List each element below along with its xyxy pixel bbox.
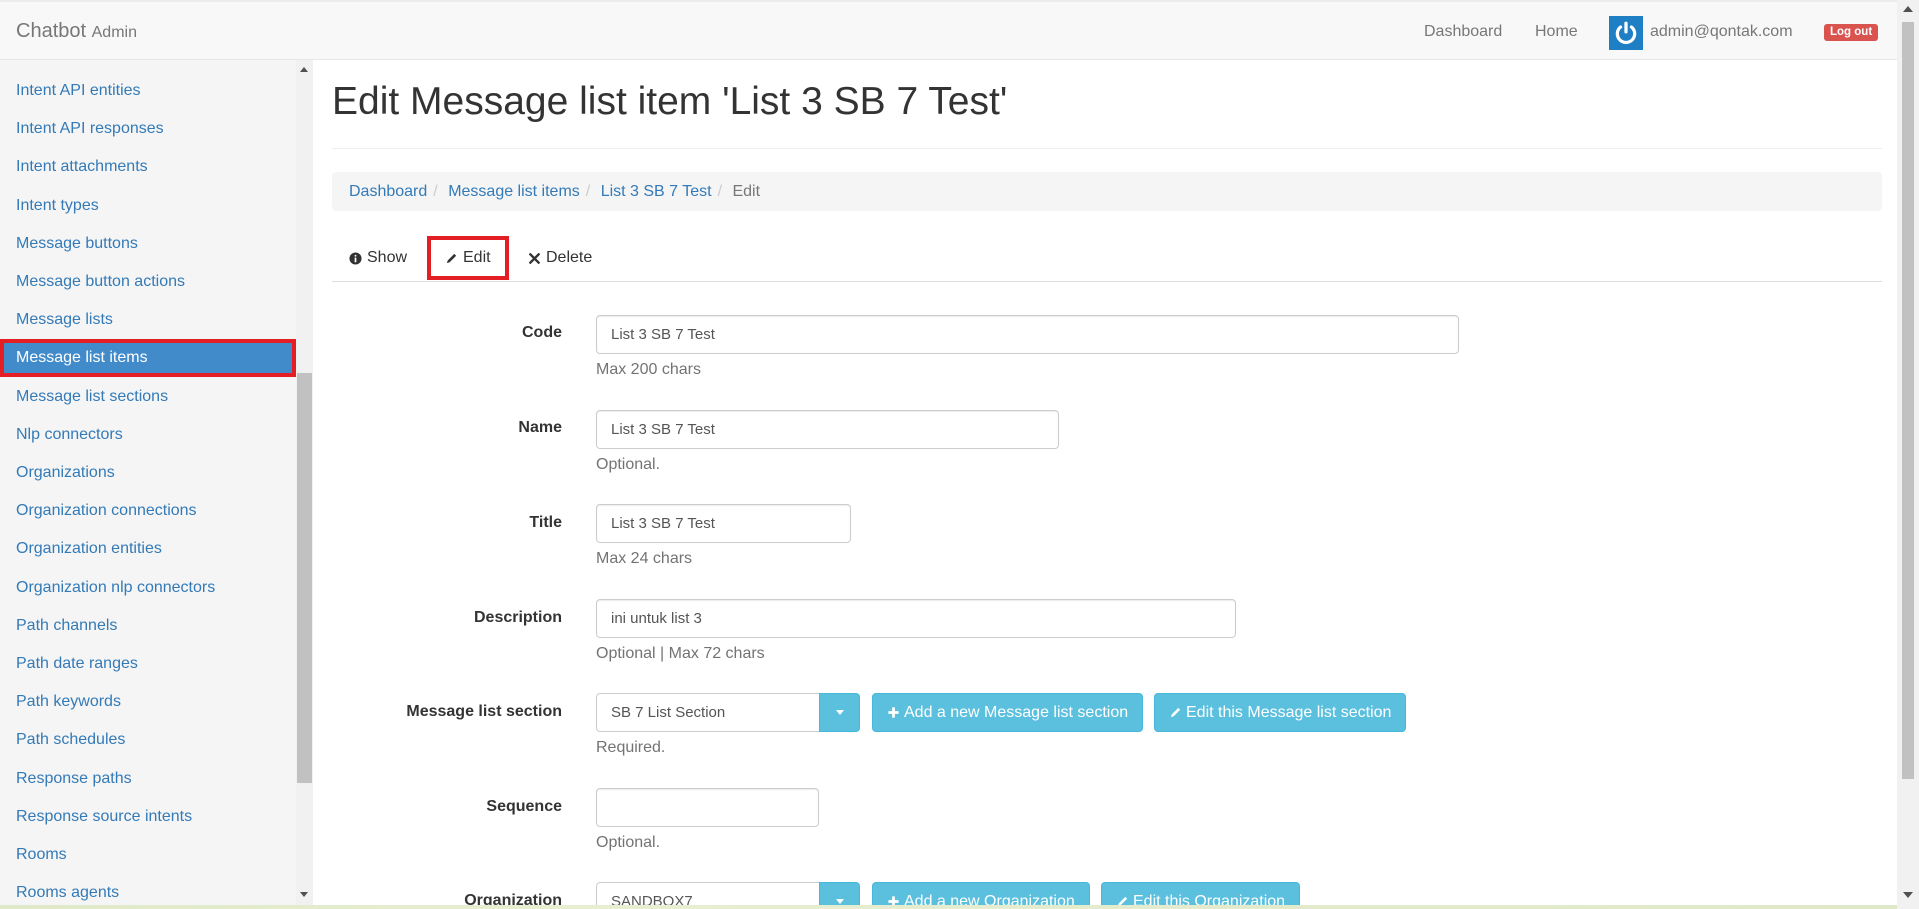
- sidebar-item-path-date-ranges[interactable]: Path date ranges: [0, 645, 296, 683]
- breadcrumb-current: Edit: [732, 183, 761, 200]
- sidebar-item-organizations[interactable]: Organizations: [0, 454, 296, 492]
- sequence-label: Sequence: [486, 798, 562, 815]
- breadcrumb-record[interactable]: List 3 SB 7 Test: [601, 183, 712, 200]
- name-label: Name: [518, 419, 562, 436]
- code-label: Code: [522, 324, 562, 341]
- tab-delete-label: Delete: [546, 249, 593, 266]
- add-organization-button[interactable]: Add a new Organization: [872, 882, 1090, 905]
- tab-edit-label: Edit: [463, 249, 491, 266]
- sidebar-item-path-keywords[interactable]: Path keywords: [0, 683, 296, 721]
- sidebar: Intent API entities Intent API responses I…: [0, 60, 296, 905]
- section-select[interactable]: SB 7 List Section: [596, 693, 820, 732]
- description-input[interactable]: ini untuk list 3: [596, 599, 1236, 638]
- page-scrollbar[interactable]: [1897, 0, 1919, 909]
- code-help: Max 200 chars: [596, 361, 701, 378]
- scroll-down-icon[interactable]: [300, 892, 308, 897]
- pencil-icon: [1170, 707, 1181, 718]
- sidebar-item-path-channels[interactable]: Path channels: [0, 607, 296, 645]
- logout-button[interactable]: Log out: [1824, 24, 1879, 41]
- sidebar-item-rooms-agents[interactable]: Rooms agents: [0, 874, 296, 905]
- edit-section-button[interactable]: Edit this Message list section: [1154, 693, 1407, 732]
- sidebar-item-organization-nlp-connectors[interactable]: Organization nlp connectors: [0, 569, 296, 607]
- sidebar-item-intent-api-entities[interactable]: Intent API entities: [0, 72, 296, 110]
- sidebar-item-organization-entities[interactable]: Organization entities: [0, 530, 296, 568]
- sidebar-item-intent-attachments[interactable]: Intent attachments: [0, 148, 296, 186]
- breadcrumb-message-list-items[interactable]: Message list items: [448, 183, 580, 200]
- sidebar-item-path-schedules[interactable]: Path schedules: [0, 721, 296, 759]
- taskbar-edge: [0, 905, 1897, 909]
- section-label: Message list section: [406, 703, 562, 720]
- plus-icon: [888, 896, 899, 905]
- edit-section-label: Edit this Message list section: [1186, 704, 1392, 721]
- breadcrumb-dashboard[interactable]: Dashboard: [349, 183, 427, 200]
- scroll-up-icon[interactable]: [1903, 6, 1913, 12]
- tab-delete[interactable]: Delete: [528, 236, 592, 280]
- sidebar-item-intent-api-responses[interactable]: Intent API responses: [0, 110, 296, 148]
- description-help: Optional | Max 72 chars: [596, 645, 765, 662]
- name-input[interactable]: List 3 SB 7 Test: [596, 410, 1059, 449]
- organization-label: Organization: [464, 892, 562, 905]
- sidebar-item-rooms[interactable]: Rooms: [0, 836, 296, 874]
- brand-suffix: Admin: [91, 24, 137, 41]
- section-help: Required.: [596, 739, 666, 756]
- page-scroll-thumb[interactable]: [1902, 22, 1914, 779]
- brand[interactable]: Chatbot Admin: [16, 20, 137, 43]
- close-icon: [529, 252, 540, 264]
- organization-select[interactable]: SANDBOX7: [596, 882, 820, 905]
- section-dropdown-toggle[interactable]: [819, 693, 860, 732]
- caret-down-icon: [835, 899, 844, 904]
- breadcrumb-separator: /: [585, 183, 591, 200]
- title-label: Title: [529, 514, 562, 531]
- top-navbar: Chatbot Admin Dashboard Home admin@qonta…: [0, 0, 1897, 60]
- edit-organization-button[interactable]: Edit this Organization: [1101, 882, 1301, 905]
- action-tabs: Show Edit Delete: [332, 232, 1882, 282]
- divider: [332, 148, 1882, 149]
- breadcrumb: Dashboard / Message list items / List 3 SB…: [332, 172, 1882, 211]
- caret-down-icon: [835, 710, 844, 715]
- sequence-input[interactable]: [596, 788, 819, 827]
- scroll-down-icon[interactable]: [1903, 892, 1913, 898]
- breadcrumb-separator: /: [433, 183, 438, 200]
- sidebar-item-nlp-connectors[interactable]: Nlp connectors: [0, 416, 296, 454]
- title-input[interactable]: List 3 SB 7 Test: [596, 504, 851, 543]
- sidebar-item-message-list-items[interactable]: Message list items: [0, 339, 296, 378]
- scroll-up-icon[interactable]: [300, 67, 308, 72]
- sidebar-item-response-paths[interactable]: Response paths: [0, 760, 296, 798]
- sidebar-item-message-button-actions[interactable]: Message button actions: [0, 263, 296, 301]
- info-circle-icon: [349, 251, 362, 265]
- tab-show-label: Show: [367, 249, 408, 266]
- page-title: Edit Message list item 'List 3 SB 7 Test…: [332, 80, 1008, 123]
- power-icon: [1609, 16, 1643, 50]
- sidebar-item-message-list-sections[interactable]: Message list sections: [0, 378, 296, 416]
- add-section-label: Add a new Message list section: [904, 704, 1129, 721]
- tab-show[interactable]: Show: [349, 236, 407, 280]
- name-help: Optional.: [596, 456, 661, 473]
- sidebar-scroll-thumb[interactable]: [297, 373, 312, 783]
- sidebar-item-intent-types[interactable]: Intent types: [0, 187, 296, 225]
- tab-edit[interactable]: Edit: [427, 236, 509, 280]
- user-email-link[interactable]: admin@qontak.com: [1650, 23, 1793, 41]
- sidebar-item-response-source-intents[interactable]: Response source intents: [0, 798, 296, 836]
- edit-organization-label: Edit this Organization: [1133, 893, 1286, 905]
- organization-dropdown-toggle[interactable]: [819, 882, 860, 905]
- brand-name: Chatbot: [16, 20, 87, 42]
- sequence-help: Optional.: [596, 834, 661, 851]
- sidebar-item-message-buttons[interactable]: Message buttons: [0, 225, 296, 263]
- breadcrumb-separator: /: [717, 183, 723, 200]
- nav-home-link[interactable]: Home: [1535, 23, 1578, 41]
- nav-dashboard-link[interactable]: Dashboard: [1424, 23, 1502, 41]
- add-section-button[interactable]: Add a new Message list section: [872, 693, 1144, 732]
- sidebar-item-message-lists[interactable]: Message lists: [0, 301, 296, 339]
- title-help: Max 24 chars: [596, 550, 693, 567]
- sidebar-scrollbar[interactable]: [296, 60, 313, 905]
- pencil-icon: [446, 253, 457, 263]
- sidebar-item-organization-connections[interactable]: Organization connections: [0, 492, 296, 530]
- main-content: Edit Message list item 'List 3 SB 7 Test…: [332, 60, 1882, 905]
- code-input[interactable]: List 3 SB 7 Test: [596, 315, 1459, 354]
- description-label: Description: [473, 609, 562, 626]
- plus-icon: [888, 707, 899, 718]
- add-organization-label: Add a new Organization: [904, 893, 1075, 905]
- pencil-icon: [1118, 896, 1128, 905]
